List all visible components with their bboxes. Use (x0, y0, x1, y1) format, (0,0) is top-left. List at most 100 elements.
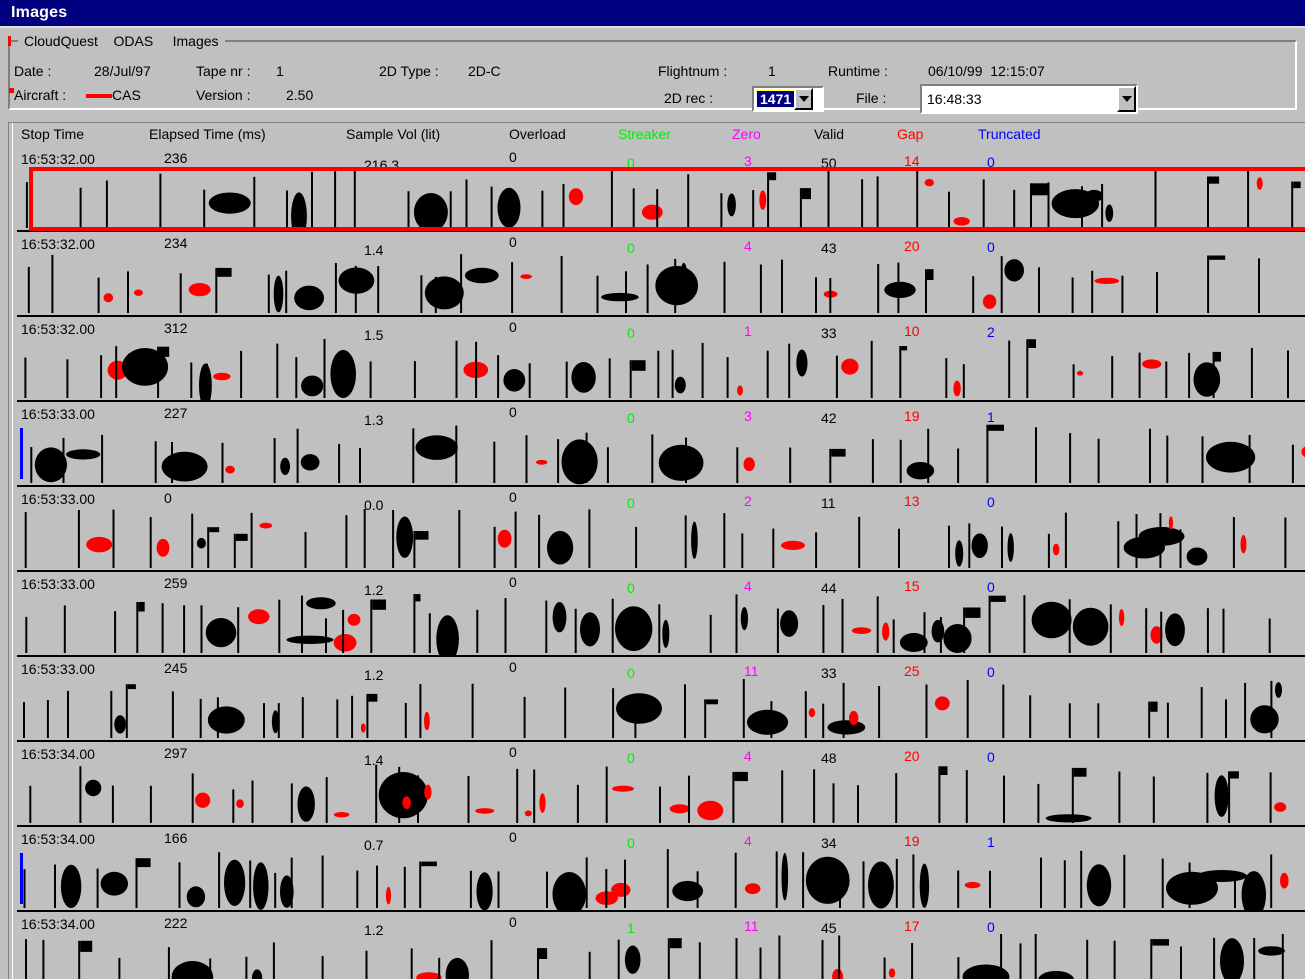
row-separator (17, 825, 1305, 827)
2d-type-value: 2D-C (468, 63, 501, 79)
cell-stop_time: 16:53:33.00 (21, 491, 95, 507)
particle-image-strip[interactable] (17, 169, 1305, 230)
cell-stop_time: 16:53:32.00 (21, 321, 95, 337)
particle-image-strip[interactable] (17, 679, 1305, 740)
table-rows: 16:53:32.00 236 216.3 0 0 3 50 14 0 16:53:32.00 23… (9, 149, 1305, 979)
cell-truncated: 0 (987, 919, 995, 935)
table-row[interactable]: 16:53:33.00 0 0.0 0 0 2 11 13 0 (9, 489, 1305, 574)
cell-truncated: 0 (987, 664, 995, 680)
table-row[interactable]: 16:53:34.00 222 1.2 0 1 11 45 17 0 (9, 914, 1305, 979)
table-row[interactable]: 16:53:33.00 245 1.2 0 0 11 33 25 0 (9, 659, 1305, 744)
cell-stop_time: 16:53:33.00 (21, 406, 95, 422)
row-values: 16:53:33.00 0 0.0 0 0 2 11 13 0 (9, 489, 1305, 513)
tape-nr-value: 1 (276, 63, 284, 79)
particle-image-strip[interactable] (17, 594, 1305, 655)
runtime-value: 06/10/99 12:15:07 (928, 63, 1045, 79)
table-row[interactable]: 16:53:33.00 259 1.2 0 0 4 44 15 0 (9, 574, 1305, 659)
cell-stop_time: 16:53:32.00 (21, 151, 95, 167)
column-header-elapsed-time: Elapsed Time (ms) (149, 126, 266, 142)
cell-truncated: 0 (987, 154, 995, 170)
cell-zero: 3 (744, 153, 752, 169)
row-separator (17, 740, 1305, 742)
cell-truncated: 1 (987, 409, 995, 425)
2d-rec-label: 2D rec : (664, 90, 714, 106)
cell-stop_time: 16:53:33.00 (21, 576, 95, 592)
cell-truncated: 0 (987, 239, 995, 255)
row-separator (17, 400, 1305, 402)
table-row[interactable]: 16:53:32.00 236 216.3 0 0 3 50 14 0 (9, 149, 1305, 234)
cell-truncated: 0 (987, 749, 995, 765)
cell-zero: 11 (744, 918, 759, 934)
row-values: 16:53:34.00 166 0.7 0 0 4 34 19 1 (9, 829, 1305, 853)
cell-overload: 0 (509, 574, 517, 590)
row-separator (17, 910, 1305, 912)
cell-zero: 3 (744, 408, 752, 424)
header-groupbox-legend: CloudQuest ODAS Images (18, 33, 225, 49)
column-header-truncated: Truncated (978, 126, 1041, 142)
table-row[interactable]: 16:53:34.00 297 1.4 0 0 4 48 20 0 (9, 744, 1305, 829)
table-row[interactable]: 16:53:33.00 227 1.3 0 0 3 42 19 1 (9, 404, 1305, 489)
particle-image-strip[interactable] (17, 934, 1305, 979)
cell-elapsed_time: 227 (164, 405, 188, 421)
table-row[interactable]: 16:53:34.00 166 0.7 0 0 4 34 19 1 (9, 829, 1305, 914)
file-combo[interactable]: 16:48:33 (920, 84, 1138, 114)
cell-zero: 4 (744, 238, 752, 254)
cell-stop_time: 16:53:34.00 (21, 746, 95, 762)
table-column-header-row: Stop Time Elapsed Time (ms) Sample Vol (… (9, 123, 1305, 149)
2d-type-label: 2D Type : (379, 63, 439, 79)
flightnum-value: 1 (768, 63, 776, 79)
cell-gap: 10 (904, 323, 920, 339)
version-label: Version : (196, 87, 251, 103)
cell-gap: 20 (904, 238, 920, 254)
table-row[interactable]: 16:53:32.00 234 1.4 0 0 4 43 20 0 (9, 234, 1305, 319)
cell-stop_time: 16:53:33.00 (21, 661, 95, 677)
particle-image-strip[interactable] (17, 424, 1305, 485)
cell-overload: 0 (509, 234, 517, 250)
2d-rec-value: 1471 (755, 90, 796, 108)
row-separator (17, 570, 1305, 572)
cell-overload: 0 (509, 149, 517, 165)
aircraft-label: Aircraft : (14, 87, 67, 103)
column-header-streaker: Streaker (618, 126, 671, 142)
images-data-panel[interactable]: Stop Time Elapsed Time (ms) Sample Vol (… (8, 122, 1305, 979)
cell-overload: 0 (509, 744, 517, 760)
row-values: 16:53:33.00 227 1.3 0 0 3 42 19 1 (9, 404, 1305, 428)
particle-image-strip[interactable] (17, 764, 1305, 825)
particle-image-strip[interactable] (17, 849, 1305, 910)
column-header-zero: Zero (732, 126, 761, 142)
aircraft-red-dash-icon (86, 94, 112, 98)
runtime-label: Runtime : (828, 63, 888, 79)
cell-overload: 0 (509, 489, 517, 505)
row-values: 16:53:33.00 259 1.2 0 0 4 44 15 0 (9, 574, 1305, 598)
aircraft-value: CAS (112, 87, 141, 103)
cell-elapsed_time: 297 (164, 745, 188, 761)
particle-image-strip[interactable] (17, 509, 1305, 570)
chevron-down-icon[interactable] (794, 88, 814, 110)
images-window: Images CloudQuest ODAS Images Date : 28/… (0, 0, 1305, 979)
file-value: 16:48:33 (927, 91, 982, 107)
panel-left-bevel (9, 123, 13, 979)
2d-rec-combo[interactable]: 1471 (752, 86, 824, 112)
cell-elapsed_time: 0 (164, 490, 172, 506)
cell-truncated: 1 (987, 834, 995, 850)
row-values: 16:53:34.00 222 1.2 0 1 11 45 17 0 (9, 914, 1305, 938)
cell-zero: 11 (744, 663, 759, 679)
particle-image-strip[interactable] (17, 339, 1305, 400)
cell-gap: 19 (904, 408, 920, 424)
cell-overload: 0 (509, 659, 517, 675)
cell-overload: 0 (509, 914, 517, 930)
cell-gap: 20 (904, 748, 920, 764)
row-values: 16:53:33.00 245 1.2 0 0 11 33 25 0 (9, 659, 1305, 683)
cell-truncated: 0 (987, 579, 995, 595)
chevron-down-icon-2[interactable] (1117, 86, 1136, 112)
tape-nr-label: Tape nr : (196, 63, 251, 79)
row-separator (17, 485, 1305, 487)
cell-gap: 17 (904, 918, 920, 934)
column-header-valid: Valid (814, 126, 845, 142)
cell-elapsed_time: 236 (164, 150, 188, 166)
cell-elapsed_time: 259 (164, 575, 188, 591)
cell-gap: 15 (904, 578, 920, 594)
table-row[interactable]: 16:53:32.00 312 1.5 0 0 1 33 10 2 (9, 319, 1305, 404)
particle-image-strip[interactable] (17, 254, 1305, 315)
cell-zero: 1 (744, 323, 752, 339)
